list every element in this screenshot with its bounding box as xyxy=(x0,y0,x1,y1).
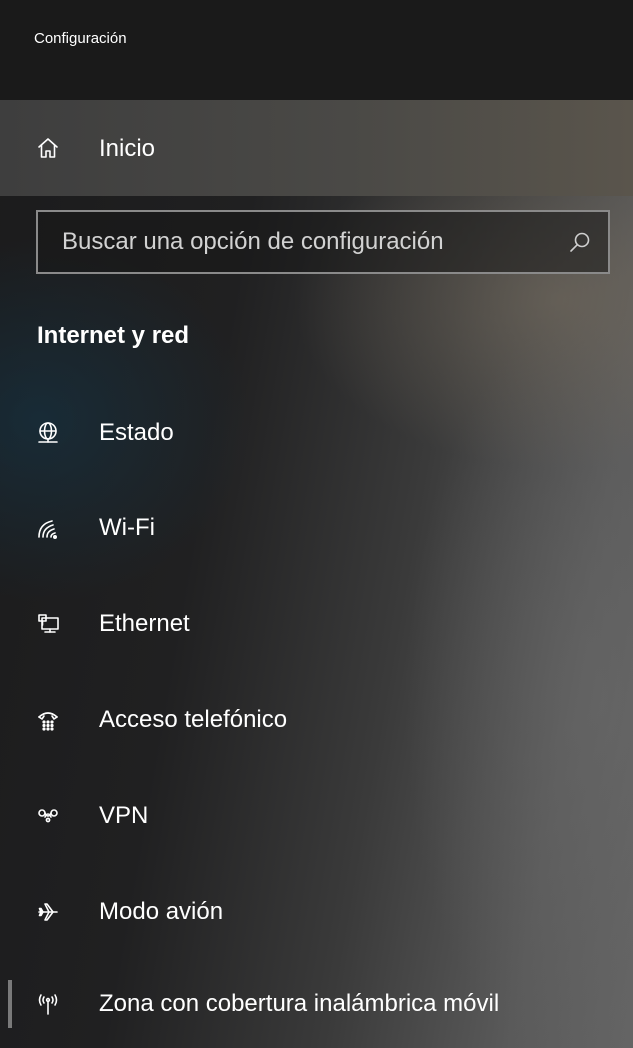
nav-item-zona-cobertura[interactable]: Zona con cobertura inalámbrica móvil xyxy=(0,958,633,1048)
window-title: Configuración xyxy=(34,30,127,47)
nav-item-label: VPN xyxy=(99,802,149,829)
wifi-icon xyxy=(34,514,62,542)
vpn-icon xyxy=(34,802,62,830)
dialup-icon xyxy=(34,706,62,734)
airplane-icon xyxy=(34,898,62,926)
mobile-hotspot-icon xyxy=(34,990,62,1018)
ethernet-icon xyxy=(34,610,62,638)
home-label: Inicio xyxy=(99,135,156,162)
nav-item-label: Modo avión xyxy=(99,898,224,925)
nav-item-modo-avion[interactable]: Modo avión xyxy=(0,866,633,956)
selected-indicator xyxy=(8,980,12,1028)
nav-item-label: Ethernet xyxy=(99,610,190,637)
search-icon[interactable] xyxy=(568,230,592,254)
search-input[interactable] xyxy=(62,212,552,272)
nav-item-ethernet[interactable]: Ethernet xyxy=(0,578,633,668)
nav-item-acceso-telefonico[interactable]: Acceso telefónico xyxy=(0,674,633,764)
nav-item-label: Estado xyxy=(99,419,174,446)
section-title: Internet y red xyxy=(37,322,190,349)
nav-item-label: Acceso telefónico xyxy=(99,706,288,733)
nav-item-label: Zona con cobertura inalámbrica móvil xyxy=(99,990,500,1017)
search-box[interactable] xyxy=(36,210,610,274)
globe-icon xyxy=(34,419,62,447)
home-nav-item[interactable]: Inicio xyxy=(0,100,633,196)
nav-item-estado[interactable]: Estado xyxy=(0,387,633,477)
title-bar: Configuración xyxy=(0,0,633,100)
settings-window: Configuración Inicio Internet y red Esta… xyxy=(0,0,633,1048)
home-icon xyxy=(34,134,62,162)
nav-item-wifi[interactable]: Wi-Fi xyxy=(0,482,633,572)
nav-item-label: Wi-Fi xyxy=(99,514,155,541)
nav-item-vpn[interactable]: VPN xyxy=(0,770,633,860)
